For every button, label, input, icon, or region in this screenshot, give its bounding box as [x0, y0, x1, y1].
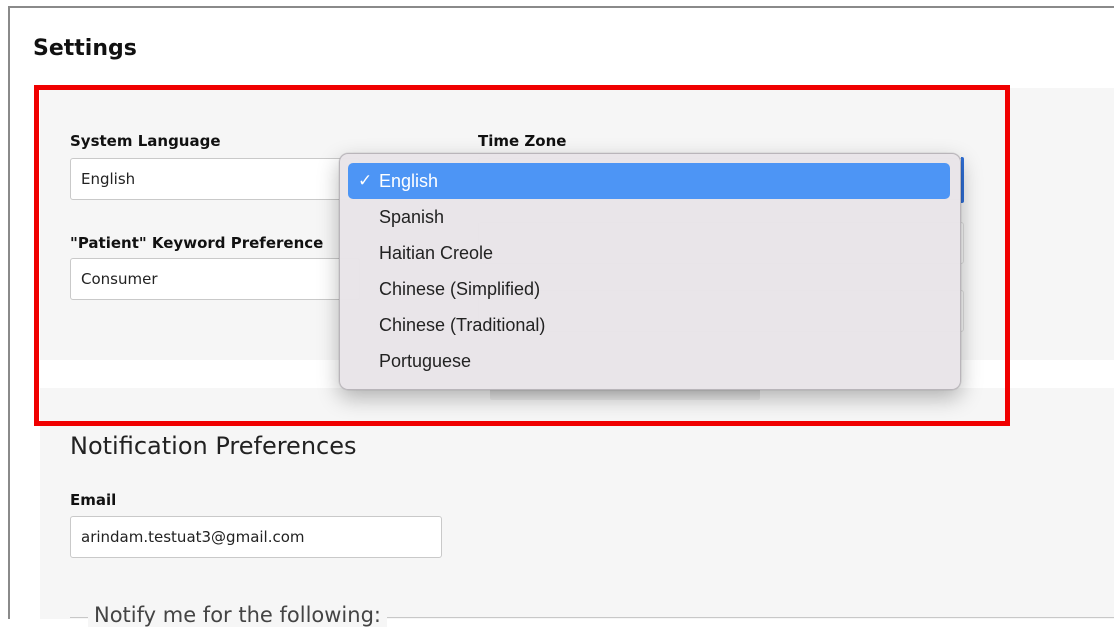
dropdown-option-spanish[interactable]: Spanish: [348, 199, 950, 235]
system-language-value: English: [81, 170, 136, 188]
patient-keyword-select[interactable]: Consumer: [70, 258, 360, 300]
patient-keyword-value: Consumer: [81, 270, 158, 288]
checkmark-icon: ✓: [358, 171, 373, 190]
system-language-select[interactable]: English: [70, 158, 360, 200]
patient-keyword-label: "Patient" Keyword Preference: [70, 234, 324, 252]
email-field[interactable]: arindam.testuat3@gmail.com: [70, 516, 442, 558]
dropdown-option-label: Chinese (Traditional): [379, 314, 546, 335]
page-title: Settings: [33, 36, 137, 61]
system-language-label: System Language: [70, 132, 221, 150]
time-zone-label: Time Zone: [478, 132, 567, 150]
dropdown-option-portuguese[interactable]: Portuguese: [348, 343, 950, 379]
dropdown-option-label: Haitian Creole: [379, 242, 494, 263]
email-value: arindam.testuat3@gmail.com: [81, 528, 305, 546]
notify-fieldset-legend: Notify me for the following:: [88, 603, 387, 627]
dropdown-option-haitian-creole[interactable]: Haitian Creole: [348, 235, 950, 271]
dropdown-option-label: Spanish: [379, 206, 445, 227]
dropdown-option-label: English: [379, 170, 439, 191]
dropdown-option-label: Portuguese: [379, 350, 472, 371]
system-language-dropdown-menu[interactable]: ✓ English Spanish Haitian Creole Chinese…: [339, 153, 961, 390]
notification-panel: [40, 388, 1114, 619]
email-label: Email: [70, 491, 117, 509]
dropdown-option-label: Chinese (Simplified): [379, 278, 541, 299]
notification-preferences-heading: Notification Preferences: [70, 432, 357, 460]
dropdown-option-chinese-traditional[interactable]: Chinese (Traditional): [348, 307, 950, 343]
dropdown-option-chinese-simplified[interactable]: Chinese (Simplified): [348, 271, 950, 307]
dropdown-option-english[interactable]: ✓ English: [348, 163, 950, 199]
